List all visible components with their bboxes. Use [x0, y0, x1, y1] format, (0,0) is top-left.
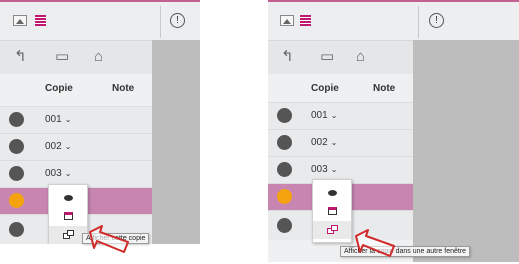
windows-icon [62, 230, 74, 240]
copy-number: 001 ⌄ [45, 114, 72, 125]
view-copy-option[interactable] [313, 183, 351, 201]
status-dot [277, 218, 292, 233]
copy-number: 002 ⌄ [311, 137, 338, 148]
chevron-down-icon[interactable]: ⌄ [65, 169, 72, 178]
chevron-down-icon[interactable]: ⌄ [331, 165, 338, 174]
table-row[interactable]: 003 ⌄ [0, 160, 152, 187]
chevron-down-icon[interactable]: ⌄ [65, 142, 72, 151]
eye-icon [327, 190, 337, 196]
folder-icon[interactable]: ▭ [55, 48, 69, 66]
windows-icon [326, 225, 338, 235]
home-icon[interactable]: ⌂ [94, 48, 103, 66]
table-header: Copie Note [0, 74, 152, 106]
view-copy-option[interactable] [49, 188, 87, 206]
status-dot [9, 166, 24, 181]
image-icon[interactable] [13, 15, 27, 26]
column-header-copie[interactable]: Copie [45, 83, 73, 94]
navigation-bar: ↰ ▭ ⌂ [268, 40, 413, 74]
list-icon[interactable] [300, 15, 311, 26]
open-copy-option[interactable] [49, 207, 87, 225]
status-dot [277, 108, 292, 123]
copy-action-popup [312, 179, 352, 243]
back-icon[interactable]: ↰ [281, 48, 294, 66]
info-icon[interactable]: ! [170, 13, 185, 28]
column-header-note[interactable]: Note [112, 83, 134, 94]
table-row[interactable]: 001 ⌄ [268, 102, 413, 129]
image-icon[interactable] [280, 15, 294, 26]
window-icon [327, 207, 337, 215]
copy-number: 003 ⌄ [45, 168, 72, 179]
column-header-note[interactable]: Note [373, 83, 395, 94]
open-new-window-option[interactable] [313, 221, 351, 239]
table-row[interactable]: 001 ⌄ [0, 106, 152, 133]
info-icon[interactable]: ! [429, 13, 444, 28]
red-arrow-annotation [89, 225, 129, 253]
home-icon[interactable]: ⌂ [356, 48, 365, 66]
red-arrow-annotation [355, 229, 395, 257]
column-header-copie[interactable]: Copie [311, 83, 339, 94]
open-copy-option[interactable] [313, 202, 351, 220]
folder-icon[interactable]: ▭ [320, 48, 334, 66]
status-dot [9, 139, 24, 154]
content-area [152, 40, 200, 244]
copy-number: 002 ⌄ [45, 141, 72, 152]
toolbar-divider [160, 6, 161, 38]
copy-number: 003 ⌄ [311, 164, 338, 175]
table-row[interactable]: 002 ⌄ [268, 129, 413, 156]
status-dot [277, 135, 292, 150]
top-toolbar: ! [268, 0, 519, 40]
top-toolbar: ! [0, 0, 200, 40]
status-dot [9, 112, 24, 127]
status-dot [277, 189, 292, 204]
right-screenshot-panel: ! ↰ ▭ ⌂ Copie Note 001 ⌄ 002 ⌄ 003 ⌄ [268, 0, 519, 262]
chevron-down-icon[interactable]: ⌄ [65, 115, 72, 124]
chevron-down-icon[interactable]: ⌄ [331, 111, 338, 120]
back-icon[interactable]: ↰ [14, 48, 27, 66]
toolbar-divider [418, 6, 419, 38]
status-dot [277, 162, 292, 177]
list-icon[interactable] [35, 15, 46, 26]
status-dot [9, 193, 24, 208]
window-icon [63, 212, 73, 220]
table-row[interactable]: 002 ⌄ [0, 133, 152, 160]
eye-icon [63, 195, 73, 201]
status-dot [9, 222, 24, 237]
content-area [413, 40, 519, 262]
left-screenshot-panel: ! ↰ ▭ ⌂ Copie Note 001 ⌄ 002 ⌄ 003 ⌄ [0, 0, 200, 244]
chevron-down-icon[interactable]: ⌄ [331, 138, 338, 147]
navigation-bar: ↰ ▭ ⌂ [0, 40, 152, 74]
copy-number: 001 ⌄ [311, 110, 338, 121]
